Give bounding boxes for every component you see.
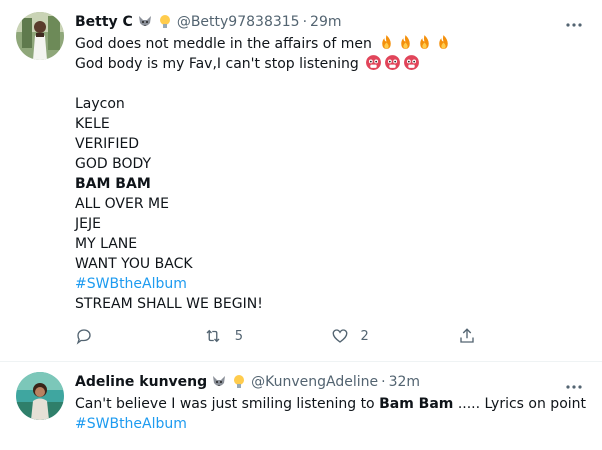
tweet[interactable]: Adeline kunveng @KunvengAdeline · 32m Ca… bbox=[0, 362, 602, 450]
tweet-line: STREAM SHALL WE BEGIN! bbox=[75, 296, 263, 312]
tweet-line: JEJE bbox=[75, 216, 101, 232]
like-button[interactable]: 2 bbox=[331, 327, 459, 345]
share-button[interactable] bbox=[458, 327, 586, 345]
lightbulb-emoji-icon bbox=[157, 14, 173, 30]
like-count: 2 bbox=[360, 328, 369, 344]
tweet-line: God body is my Fav,I can't stop listenin… bbox=[75, 54, 586, 74]
heart-icon bbox=[331, 327, 349, 345]
separator-dot: · bbox=[381, 374, 386, 390]
separator-dot: · bbox=[302, 14, 308, 30]
more-options-button[interactable] bbox=[564, 374, 584, 394]
tweet-line: Can't believe I was just smiling listeni… bbox=[75, 396, 587, 412]
tweet-actions: 5 2 bbox=[75, 326, 586, 346]
tweet-line: ALL OVER ME bbox=[75, 196, 169, 212]
hot-face-emoji-icon bbox=[384, 54, 401, 71]
user-handle[interactable]: @Betty97838315 bbox=[177, 14, 300, 30]
fire-emoji-icon bbox=[397, 34, 414, 51]
hashtag-link[interactable]: #SWBtheAlbum bbox=[75, 414, 586, 434]
tweet-line: GOD BODY bbox=[75, 156, 152, 172]
fire-emoji-icon bbox=[435, 34, 452, 51]
tweet-line-bold: BAM BAM bbox=[75, 176, 151, 192]
avatar[interactable] bbox=[16, 372, 64, 420]
tweet-line: WANT YOU BACK bbox=[75, 256, 193, 272]
fire-emoji-icon bbox=[378, 34, 395, 51]
display-name[interactable]: Betty C bbox=[75, 14, 133, 30]
display-name[interactable]: Adeline kunveng bbox=[75, 374, 207, 390]
tweet-line: VERIFIED bbox=[75, 136, 140, 152]
tweet-text: Can't believe I was just smiling listeni… bbox=[75, 394, 586, 434]
wolf-emoji-icon bbox=[211, 374, 227, 390]
share-icon bbox=[458, 327, 476, 345]
hot-face-emoji-icon bbox=[365, 54, 382, 71]
tweet-text: God does not meddle in the affairs of me… bbox=[75, 34, 586, 314]
tweet-line: Laycon bbox=[75, 96, 125, 112]
tweet-line: MY LANE bbox=[75, 236, 138, 252]
timestamp[interactable]: 32m bbox=[389, 374, 420, 390]
tweet-line: KELE bbox=[75, 116, 110, 132]
hot-face-emoji-icon bbox=[403, 54, 420, 71]
user-handle[interactable]: @KunvengAdeline bbox=[251, 374, 378, 390]
hashtag-link[interactable]: #SWBtheAlbum bbox=[75, 274, 586, 294]
retweet-button[interactable]: 5 bbox=[203, 327, 331, 345]
retweet-icon bbox=[203, 327, 223, 345]
tweet-header: Betty C @Betty97838315 · 29m bbox=[75, 12, 586, 32]
tweet-line: God does not meddle in the affairs of me… bbox=[75, 34, 586, 54]
tweet-header: Adeline kunveng @KunvengAdeline · 32m bbox=[75, 372, 586, 392]
more-icon bbox=[565, 375, 583, 394]
avatar[interactable] bbox=[16, 12, 64, 60]
more-options-button[interactable] bbox=[564, 12, 584, 32]
bold-text: Bam Bam bbox=[379, 396, 454, 412]
timeline-feed: Betty C @Betty97838315 · 29m God does no… bbox=[0, 0, 602, 450]
tweet[interactable]: Betty C @Betty97838315 · 29m God does no… bbox=[0, 0, 602, 362]
wolf-emoji-icon bbox=[137, 14, 153, 30]
more-icon bbox=[565, 13, 583, 32]
reply-icon bbox=[75, 327, 93, 345]
reply-button[interactable] bbox=[75, 327, 203, 345]
lightbulb-emoji-icon bbox=[231, 374, 247, 390]
timestamp[interactable]: 29m bbox=[310, 14, 341, 30]
retweet-count: 5 bbox=[234, 328, 244, 344]
fire-emoji-icon bbox=[416, 34, 433, 51]
